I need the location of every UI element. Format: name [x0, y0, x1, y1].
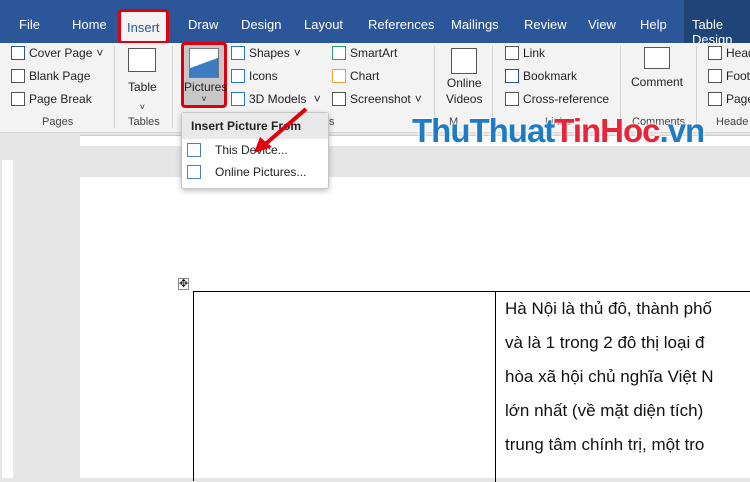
vertical-ruler: [2, 160, 13, 478]
footer-button[interactable]: Foot: [708, 69, 750, 83]
label: 3D Models: [249, 92, 307, 106]
label: Page: [726, 92, 750, 106]
chart-icon: [332, 69, 346, 83]
label: Comment: [631, 75, 684, 89]
label: Bookmark: [523, 69, 578, 83]
blank-page-button[interactable]: Blank Page: [11, 69, 90, 83]
group-label-pages: Pages: [42, 116, 74, 128]
group-label-tables: Tables: [128, 116, 160, 128]
label: Blank Page: [29, 69, 91, 83]
page-number-icon: [708, 92, 722, 106]
ribbon-tabs: File Home Insert Draw Design Layout Refe…: [0, 0, 750, 47]
picture-icon: [189, 48, 219, 78]
tab-help[interactable]: Help: [640, 17, 667, 32]
cover-page-button[interactable]: Cover Page ˅: [11, 46, 103, 60]
icons-icon: [231, 69, 245, 83]
label: Head: [726, 46, 750, 60]
text-line: Hà Nội là thủ đô, thành phố: [505, 299, 712, 318]
shapes-icon: [231, 46, 245, 60]
comment-icon: [644, 47, 670, 69]
tab-draw[interactable]: Draw: [188, 17, 218, 32]
video-icon: [451, 48, 478, 74]
bookmark-button[interactable]: Bookmark: [505, 69, 577, 83]
tab-insert[interactable]: Insert: [118, 9, 169, 44]
label: Pictures: [184, 80, 228, 94]
label: Cross-reference: [523, 92, 610, 106]
bookmark-icon: [505, 69, 519, 83]
pictures-button[interactable]: Pictures ˅: [181, 42, 227, 108]
table-icon: [128, 48, 157, 72]
label: Foot: [726, 69, 750, 83]
cross-reference-button[interactable]: Cross-reference: [505, 92, 609, 106]
globe-picture-icon: [187, 165, 201, 179]
tab-view[interactable]: View: [588, 17, 616, 32]
tab-mailings[interactable]: Mailings: [451, 17, 499, 32]
chart-button[interactable]: Chart: [332, 69, 379, 83]
label: Videos: [446, 92, 483, 106]
footer-icon: [708, 69, 722, 83]
label: Link: [523, 46, 546, 60]
3d-models-button[interactable]: 3D Models ˅: [231, 92, 321, 106]
label: SmartArt: [350, 46, 398, 60]
tab-references[interactable]: References: [368, 17, 434, 32]
table-button[interactable]: Table ˅: [128, 48, 157, 112]
blank-page-icon: [11, 69, 25, 83]
shapes-button[interactable]: Shapes ˅: [231, 46, 301, 60]
label: Online Pictures...: [215, 165, 307, 179]
label: Chart: [350, 69, 380, 83]
tab-table-design[interactable]: Table Design: [684, 0, 750, 47]
cube-icon: [231, 92, 245, 106]
red-arrow-icon: [254, 107, 308, 153]
text-line: trung tâm chính trị, một tro: [505, 435, 705, 454]
page-number-button[interactable]: Page: [708, 92, 750, 106]
tab-review[interactable]: Review: [524, 17, 567, 32]
header-icon: [708, 46, 722, 60]
smartart-button[interactable]: SmartArt: [332, 46, 397, 60]
group-label-header: Heade: [716, 116, 749, 128]
tab-design[interactable]: Design: [241, 17, 281, 32]
watermark-logo: ThuThuatTinHoc.vn: [412, 112, 705, 149]
divider: [172, 46, 173, 128]
screenshot-button[interactable]: Screenshot ˅: [332, 92, 422, 106]
text-line: hòa xã hội chủ nghĩa Việt N: [505, 367, 714, 386]
page-break-icon: [11, 92, 25, 106]
link-icon: [505, 46, 519, 60]
header-button[interactable]: Head: [708, 46, 750, 60]
comment-button[interactable]: Comment: [631, 47, 683, 89]
label: Page Break: [29, 92, 92, 106]
group-label-illustrations: s: [329, 116, 335, 128]
cross-reference-icon: [505, 92, 519, 106]
label: Online: [446, 76, 482, 90]
table-move-handle-icon[interactable]: ✥: [178, 278, 190, 290]
tab-home[interactable]: Home: [72, 17, 107, 32]
device-icon: [187, 143, 201, 157]
tab-file[interactable]: File: [19, 17, 40, 32]
screenshot-icon: [332, 92, 346, 106]
smartart-icon: [332, 46, 346, 60]
online-videos-button[interactable]: Online Videos: [446, 48, 482, 106]
label: Icons: [249, 69, 278, 83]
text-line: lớn nhất (về mặt diện tích): [505, 401, 704, 420]
table-cell-text[interactable]: Hà Nội là thủ đô, thành phố và là 1 tron…: [505, 292, 714, 462]
label: Screenshot: [350, 92, 411, 106]
cover-page-icon: [11, 46, 25, 60]
divider: [114, 46, 115, 128]
text-line: và là 1 trong 2 đô thị loại đ: [505, 333, 705, 352]
link-button[interactable]: Link: [505, 46, 545, 60]
page-break-button[interactable]: Page Break: [11, 92, 92, 106]
icons-button[interactable]: Icons: [231, 69, 278, 83]
label: Cover Page: [29, 46, 93, 60]
document-table: Hà Nội là thủ đô, thành phố và là 1 tron…: [193, 291, 750, 482]
menu-item-online-pictures[interactable]: Online Pictures...: [182, 161, 328, 183]
label: Shapes: [249, 46, 290, 60]
tab-layout[interactable]: Layout: [304, 17, 343, 32]
label: Table: [128, 80, 157, 94]
